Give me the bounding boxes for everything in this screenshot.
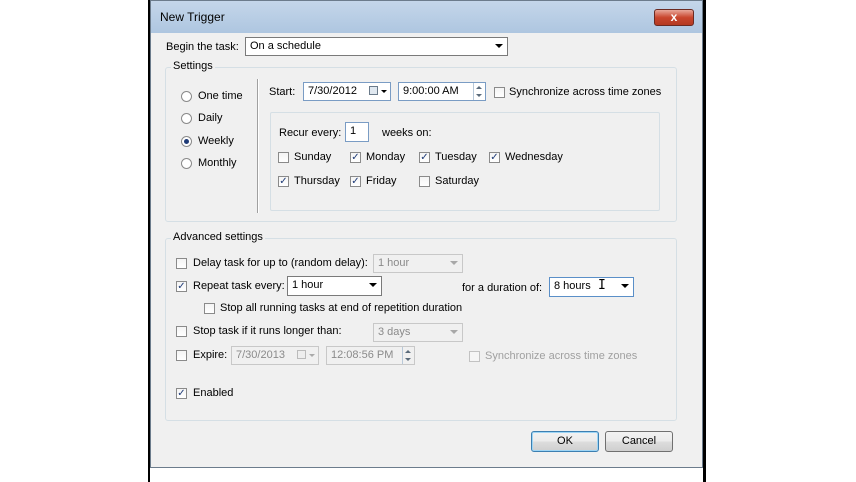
advanced-settings-label: Advanced settings [171, 231, 265, 243]
radio-weekly[interactable] [181, 136, 192, 147]
day-thursday-checkbox[interactable]: ✓ [278, 176, 289, 187]
day-wednesday-label: Wednesday [505, 151, 563, 163]
spin-down-icon [405, 358, 411, 361]
title-bar: New Trigger x [151, 1, 702, 33]
spin-up-icon [476, 86, 482, 89]
time-spin-buttons[interactable] [402, 347, 414, 364]
day-monday-label: Monday [366, 151, 406, 163]
check-icon: ✓ [177, 388, 186, 399]
ok-button[interactable]: OK [531, 431, 599, 452]
radio-one-time[interactable] [181, 91, 192, 102]
spin-up-icon [405, 350, 411, 353]
expire-date-value: 7/30/2013 [236, 349, 285, 361]
delay-task-label: Delay task for up to (random delay): [193, 257, 368, 269]
start-date-value: 7/30/2012 [308, 85, 357, 97]
settings-divider [257, 79, 259, 213]
day-tuesday-checkbox[interactable]: ✓ [419, 152, 430, 163]
radio-monthly[interactable] [181, 158, 192, 169]
day-wednesday-checkbox[interactable]: ✓ [489, 152, 500, 163]
text-cursor-icon: I [598, 278, 606, 293]
recur-every-input[interactable]: 1 [345, 122, 369, 142]
check-icon: ✓ [490, 152, 499, 163]
day-sunday-checkbox[interactable] [278, 152, 289, 163]
sync-timezones-label: Synchronize across time zones [509, 86, 662, 98]
duration-select[interactable]: 8 hours [549, 277, 634, 297]
repeat-interval-value: 1 hour [292, 279, 324, 291]
stop-running-tasks-label: Stop all running tasks at end of repetit… [220, 302, 463, 314]
check-icon: ✓ [351, 152, 360, 163]
close-button[interactable]: x [654, 9, 694, 26]
begin-task-value: On a schedule [250, 40, 321, 52]
cancel-button[interactable]: Cancel [605, 431, 673, 452]
close-icon: x [670, 10, 678, 24]
day-friday-label: Friday [366, 175, 397, 187]
sync-timezones-checkbox[interactable] [494, 87, 505, 98]
delay-value: 1 hour [378, 257, 410, 269]
duration-label: for a duration of: [462, 282, 543, 294]
delay-select[interactable]: 1 hour [373, 254, 463, 273]
day-thursday-label: Thursday [294, 175, 340, 187]
time-spin-buttons[interactable] [473, 83, 485, 100]
chevron-down-icon [369, 283, 377, 287]
calendar-icon [297, 350, 306, 359]
spin-down-icon [476, 94, 482, 97]
enabled-checkbox[interactable]: ✓ [176, 388, 187, 399]
chevron-down-icon [381, 90, 387, 93]
radio-daily[interactable] [181, 113, 192, 124]
start-time-spinner[interactable]: 9:00:00 AM [398, 82, 486, 101]
dialog-body: Begin the task: On a schedule Settings O… [157, 33, 697, 463]
begin-task-label: Begin the task: [166, 41, 239, 53]
repeat-task-checkbox[interactable]: ✓ [176, 281, 187, 292]
chevron-down-icon [450, 261, 458, 265]
repeat-task-label: Repeat task every: [193, 280, 285, 292]
stop-longer-value: 3 days [378, 326, 411, 338]
expire-time-value: 12:08:56 PM [331, 349, 394, 361]
expire-time-spinner[interactable]: 12:08:56 PM [326, 346, 415, 365]
day-sunday-label: Sunday [294, 151, 332, 163]
begin-task-select[interactable]: On a schedule [245, 37, 508, 56]
repeat-interval-select[interactable]: 1 hour [287, 276, 382, 296]
day-friday-checkbox[interactable]: ✓ [350, 176, 361, 187]
stop-running-tasks-checkbox[interactable] [204, 303, 215, 314]
chevron-down-icon [309, 354, 315, 357]
calendar-icon [369, 86, 378, 95]
check-icon: ✓ [351, 176, 360, 187]
day-tuesday-label: Tuesday [435, 151, 477, 163]
recur-every-label: Recur every: [279, 127, 342, 139]
stop-longer-label: Stop task if it runs longer than: [193, 325, 342, 337]
day-saturday-label: Saturday [435, 175, 480, 187]
radio-daily-label: Daily [198, 112, 223, 124]
delay-task-checkbox[interactable] [176, 258, 187, 269]
chevron-down-icon [495, 44, 503, 48]
duration-value: 8 hours [554, 280, 591, 292]
stop-longer-checkbox[interactable] [176, 326, 187, 337]
day-saturday-checkbox[interactable] [419, 176, 430, 187]
stop-longer-select[interactable]: 3 days [373, 323, 463, 342]
settings-group-label: Settings [171, 60, 215, 72]
chevron-down-icon [450, 330, 458, 334]
check-icon: ✓ [420, 152, 429, 163]
check-icon: ✓ [177, 281, 186, 292]
recur-every-value: 1 [350, 125, 357, 137]
radio-one-time-label: One time [198, 90, 243, 102]
expire-date-picker[interactable]: 7/30/2013 [231, 346, 319, 365]
expire-label: Expire: [193, 349, 228, 361]
start-label: Start: [269, 86, 296, 98]
radio-monthly-label: Monthly [198, 157, 237, 169]
start-time-value: 9:00:00 AM [403, 85, 459, 97]
check-icon: ✓ [279, 176, 288, 187]
expire-checkbox[interactable] [176, 350, 187, 361]
day-monday-checkbox[interactable]: ✓ [350, 152, 361, 163]
enabled-label: Enabled [193, 387, 234, 399]
radio-weekly-label: Weekly [198, 135, 234, 147]
right-frame-edge [703, 0, 706, 482]
expire-sync-label: Synchronize across time zones [485, 350, 638, 362]
window-title: New Trigger [160, 10, 225, 24]
weeks-on-label: weeks on: [382, 127, 432, 139]
chevron-down-icon [621, 284, 629, 288]
start-date-picker[interactable]: 7/30/2012 [303, 82, 391, 101]
new-trigger-dialog: New Trigger x Begin the task: On a sched… [150, 0, 703, 468]
expire-sync-checkbox[interactable] [469, 351, 480, 362]
